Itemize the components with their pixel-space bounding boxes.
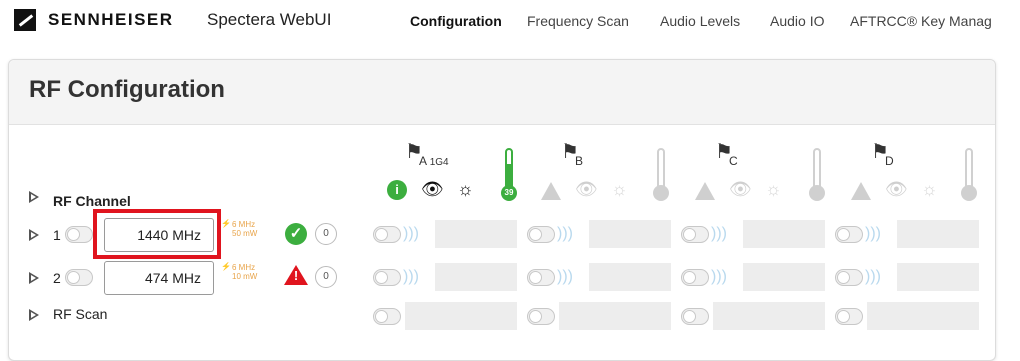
sennheiser-logo-icon [14,9,36,31]
warning-icon [851,182,871,200]
brand-name: SENNHEISER [48,10,174,29]
wifi-icon: ))) [403,268,419,285]
channel-b-label: B [575,154,584,168]
rf-scan-ch-d-toggle[interactable] [835,308,863,325]
rf-configuration-panel: RF Configuration ⚑ A 1G4 i 👁 ☼ 39 ⚑ B 👁 … [8,59,996,361]
eye-icon: 👁 [575,179,598,199]
nav-configuration[interactable]: Configuration [410,13,502,29]
eye-icon: 👁 [729,179,752,199]
rf-scan-ch-b-field [559,302,671,330]
expand-row-2-icon[interactable] [29,272,39,284]
info-icon[interactable]: i [387,180,407,200]
row-1-bandwidth: 6 MHz [232,220,256,229]
row-1-circle-button[interactable]: 0 [315,223,337,245]
rf-scan-label: RF Scan [53,306,108,322]
channel-d-label: D [885,154,894,168]
sun-icon: ☼ [611,179,628,199]
wifi-icon: ))) [557,268,573,285]
expand-rf-channel-icon[interactable] [29,191,39,203]
row-2-power: 10 mW [232,272,258,281]
row-1-ch-b-field [589,220,671,248]
panel-header: RF Configuration [9,60,995,125]
row-1-ch-d-toggle[interactable] [835,226,863,243]
rf-scan-ch-a-toggle[interactable] [373,308,401,325]
row-2-frequency-field[interactable]: 474 MHz [104,261,214,295]
row-2-ch-b-field [589,263,671,291]
expand-row-1-icon[interactable] [29,229,39,241]
app-name: Spectera WebUI [207,10,332,29]
wifi-icon: ))) [557,225,573,242]
rf-scan-ch-c-toggle[interactable] [681,308,709,325]
row-2-ch-d-field [897,263,979,291]
rf-scan-ch-c-field [713,302,825,330]
row-2-bandwidth: 6 MHz [232,263,256,272]
wifi-icon: ))) [711,268,727,285]
channel-c-label: C [729,154,738,168]
nav-frequency-scan[interactable]: Frequency Scan [527,13,629,29]
warning-icon [695,182,715,200]
row-2-ch-c-field [743,263,825,291]
channel-a-sub: 1G4 [429,157,449,168]
rf-scan-ch-b-toggle[interactable] [527,308,555,325]
sun-icon: ☼ [765,179,782,199]
channel-a-label: A [419,154,427,168]
nav-audio-levels[interactable]: Audio Levels [660,13,740,29]
warning-icon [541,182,561,200]
row-2-ch-d-toggle[interactable] [835,269,863,286]
eye-icon[interactable]: 👁 [421,179,444,199]
row-2-ch-c-toggle[interactable] [681,269,709,286]
row-1-ch-c-field [743,220,825,248]
eye-icon: 👁 [885,179,908,199]
row-1-ch-c-toggle[interactable] [681,226,709,243]
row-1-ch-a-toggle[interactable] [373,226,401,243]
rf-scan-ch-d-field [867,302,979,330]
wifi-icon: ))) [865,268,881,285]
antenna-icon: ⚡ [221,219,231,228]
row-1-ch-a-field [435,220,517,248]
wifi-icon: ))) [865,225,881,242]
temperature-value: 39 [501,185,517,201]
row-2-circle-button[interactable]: 0 [315,266,337,288]
nav-aftrcc-key-management[interactable]: AFTRCC® Key Manag [850,13,992,29]
rf-scan-ch-a-field [405,302,517,330]
check-icon: ✓ [285,223,307,245]
highlight-box [93,209,221,259]
row-2-ch-a-field [435,263,517,291]
expand-rf-scan-icon[interactable] [29,309,39,321]
row-1-power: 50 mW [232,229,258,238]
row-1-number: 1 [53,227,61,243]
rf-channel-label: RF Channel [53,193,131,209]
row-1-ch-d-field [897,220,979,248]
top-bar: SENNHEISER Spectera WebUI Configuration … [0,0,1020,46]
row-2-toggle[interactable] [65,269,93,286]
nav-audio-io[interactable]: Audio IO [770,13,824,29]
page-title: RF Configuration [29,76,225,103]
row-1-toggle[interactable] [65,226,93,243]
row-2-number: 2 [53,270,61,286]
wifi-icon: ))) [711,225,727,242]
row-2-ch-b-toggle[interactable] [527,269,555,286]
sun-icon[interactable]: ☼ [457,179,474,199]
sun-icon: ☼ [921,179,938,199]
wifi-icon: ))) [403,225,419,242]
row-2-ch-a-toggle[interactable] [373,269,401,286]
antenna-icon: ⚡ [221,262,231,271]
row-1-ch-b-toggle[interactable] [527,226,555,243]
